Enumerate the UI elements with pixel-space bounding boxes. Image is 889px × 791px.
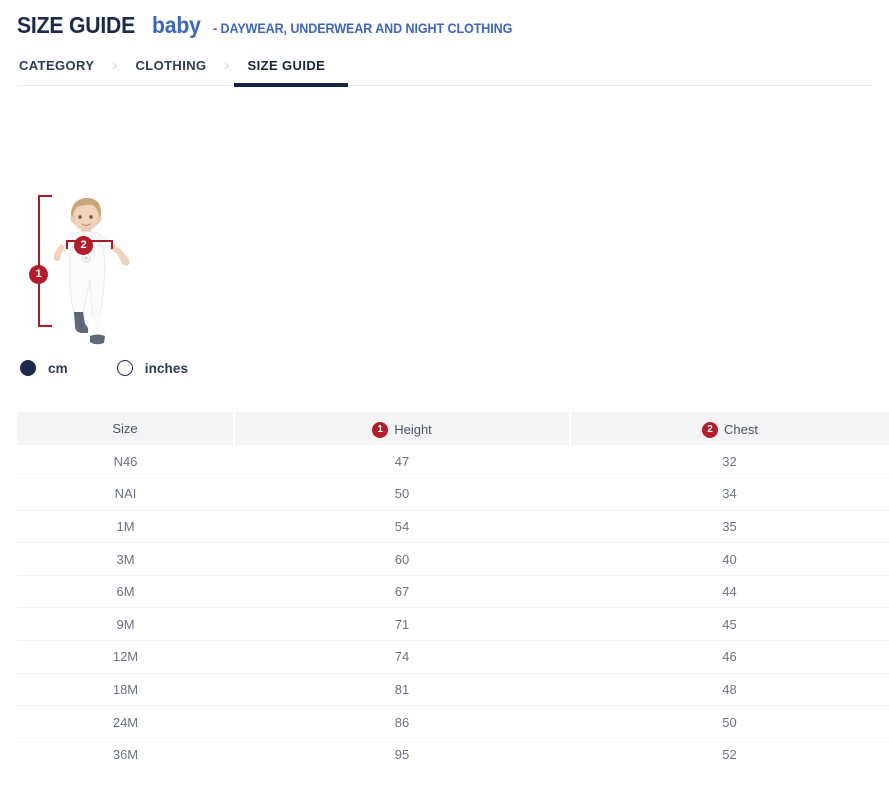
table-row: 18M 81 48 (17, 673, 889, 706)
table-row: 36M 95 52 (17, 738, 889, 771)
breadcrumb-item-clothing[interactable]: CLOTHING (133, 58, 208, 73)
cell-size: 6M (17, 575, 234, 608)
radio-inches-icon[interactable] (117, 360, 133, 376)
cell-chest: 34 (570, 478, 889, 511)
chest-badge-icon: 2 (702, 422, 718, 438)
chevron-right-icon: › (96, 58, 133, 73)
cell-chest: 48 (570, 673, 889, 706)
cell-size: 9M (17, 608, 234, 641)
cell-chest: 46 (570, 641, 889, 674)
page-title-accent: baby (152, 12, 201, 39)
table-row: 9M 71 45 (17, 608, 889, 641)
cell-size: NAI (17, 478, 234, 511)
height-badge-icon: 1 (372, 422, 388, 438)
column-header-height: 1 Height (234, 412, 570, 445)
cell-height: 74 (234, 641, 570, 674)
cell-chest: 32 (570, 445, 889, 478)
cell-chest: 52 (570, 738, 889, 771)
table-row: N46 47 32 (17, 445, 889, 478)
cell-size: 18M (17, 673, 234, 706)
cell-size: 36M (17, 738, 234, 771)
height-measure-line (38, 196, 40, 326)
active-tab-indicator (234, 83, 348, 87)
cell-size: N46 (17, 445, 234, 478)
unit-label-inches: inches (145, 361, 188, 376)
page-title-main: SIZE GUIDE (17, 12, 135, 39)
column-header-height-label: Height (394, 422, 432, 437)
breadcrumb: CATEGORY › CLOTHING › SIZE GUIDE (17, 50, 327, 80)
cell-chest: 50 (570, 706, 889, 739)
table-row: NAI 50 34 (17, 478, 889, 511)
column-header-chest-label: Chest (724, 422, 758, 437)
unit-selector: cm inches (20, 358, 188, 378)
breadcrumb-item-category[interactable]: CATEGORY (17, 58, 96, 73)
height-line-bottom-cap (38, 325, 52, 327)
cell-chest: 45 (570, 608, 889, 641)
table-body: N46 47 32 NAI 50 34 1M 54 35 3M 60 40 6M (17, 445, 889, 771)
cell-size: 1M (17, 510, 234, 543)
unit-option-cm[interactable]: cm (20, 360, 68, 376)
cell-height: 86 (234, 706, 570, 739)
height-line-top-cap (38, 195, 52, 197)
size-table: Size 1 Height 2 Chest (17, 412, 889, 771)
page-subtitle: - DAYWEAR, UNDERWEAR AND NIGHT CLOTHING (213, 21, 512, 36)
cell-height: 50 (234, 478, 570, 511)
column-header-size: Size (17, 412, 234, 445)
cell-height: 81 (234, 673, 570, 706)
cell-height: 47 (234, 445, 570, 478)
chest-line-right-cap (111, 240, 113, 249)
cell-height: 67 (234, 575, 570, 608)
cell-size: 3M (17, 543, 234, 576)
table-row: 12M 74 46 (17, 641, 889, 674)
page-title: SIZE GUIDE baby - DAYWEAR, UNDERWEAR AND… (17, 12, 535, 39)
unit-option-inches[interactable]: inches (117, 360, 188, 376)
table-row: 24M 86 50 (17, 706, 889, 739)
height-marker-badge: 1 (29, 265, 48, 284)
cell-height: 60 (234, 543, 570, 576)
chest-line-left-cap (66, 240, 68, 249)
breadcrumb-divider (17, 85, 872, 86)
baby-figure-image (50, 194, 142, 346)
breadcrumb-item-size-guide[interactable]: SIZE GUIDE (246, 58, 328, 73)
cell-size: 12M (17, 641, 234, 674)
cell-height: 71 (234, 608, 570, 641)
table-row: 3M 60 40 (17, 543, 889, 576)
table-row: 1M 54 35 (17, 510, 889, 543)
cell-size: 24M (17, 706, 234, 739)
cell-chest: 40 (570, 543, 889, 576)
table-header-row: Size 1 Height 2 Chest (17, 412, 889, 445)
chest-marker-badge: 2 (74, 236, 93, 255)
cell-chest: 44 (570, 575, 889, 608)
cell-height: 54 (234, 510, 570, 543)
chevron-right-icon: › (209, 58, 246, 73)
cell-chest: 35 (570, 510, 889, 543)
unit-label-cm: cm (48, 361, 68, 376)
cell-height: 95 (234, 738, 570, 771)
table-row: 6M 67 44 (17, 575, 889, 608)
measurement-diagram: 1 2 (0, 180, 200, 355)
size-guide-page: SIZE GUIDE baby - DAYWEAR, UNDERWEAR AND… (0, 0, 889, 791)
column-header-size-label: Size (112, 421, 137, 436)
column-header-chest: 2 Chest (570, 412, 889, 445)
radio-cm-icon[interactable] (20, 360, 36, 376)
